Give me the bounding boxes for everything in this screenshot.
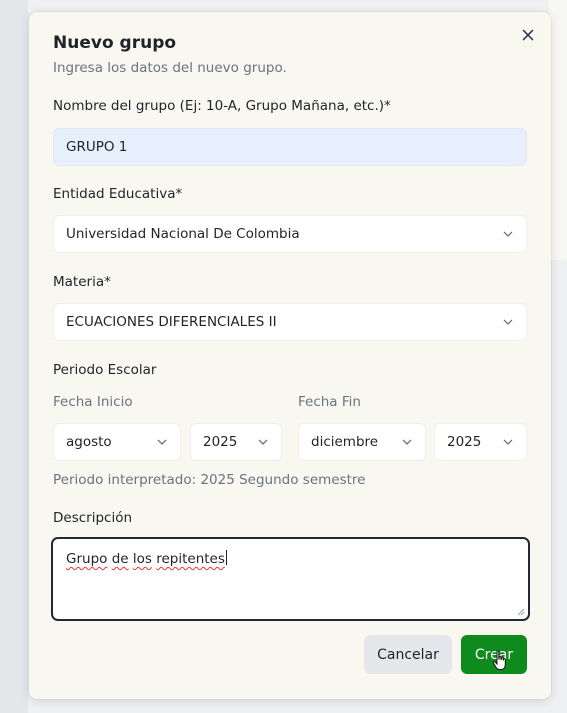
start-year-value: 2025 — [203, 434, 238, 450]
group-name-value: GRUPO 1 — [66, 139, 128, 155]
chevron-down-icon — [401, 436, 413, 448]
cancel-button[interactable]: Cancelar — [364, 635, 452, 674]
period-label: Periodo Escolar — [53, 362, 157, 378]
end-date-label: Fecha Fin — [298, 394, 361, 410]
subject-label: Materia* — [53, 274, 111, 290]
description-textarea[interactable]: Grupo de los repitentes — [51, 537, 530, 621]
start-year-select[interactable]: 2025 — [190, 423, 282, 461]
group-name-input[interactable]: GRUPO 1 — [53, 128, 527, 166]
chevron-down-icon — [257, 436, 269, 448]
end-year-select[interactable]: 2025 — [434, 423, 527, 461]
new-group-dialog: Nuevo grupo Ingresa los datos del nuevo … — [29, 12, 551, 699]
backdrop-right-panel — [549, 0, 567, 260]
description-word: Grupo — [66, 551, 108, 567]
entity-select[interactable]: Universidad Nacional De Colombia — [53, 215, 527, 253]
description-word: los — [132, 551, 152, 567]
text-caret — [225, 550, 227, 565]
start-month-select[interactable]: agosto — [53, 423, 181, 461]
description-label: Descripción — [53, 510, 133, 526]
description-word: de — [111, 551, 129, 567]
chevron-down-icon — [502, 316, 514, 328]
close-icon — [522, 29, 534, 41]
chevron-down-icon — [502, 436, 514, 448]
resize-handle-icon[interactable] — [516, 607, 525, 616]
end-month-select[interactable]: diciembre — [298, 423, 426, 461]
period-hint: Periodo interpretado: 2025 Segundo semes… — [53, 472, 366, 488]
group-name-label: Nombre del grupo (Ej: 10-A, Grupo Mañana… — [53, 98, 391, 114]
chevron-down-icon — [502, 228, 514, 240]
dialog-title: Nuevo grupo — [53, 33, 177, 53]
close-button[interactable] — [517, 24, 539, 46]
start-date-label: Fecha Inicio — [53, 394, 133, 410]
chevron-down-icon — [156, 436, 168, 448]
dialog-subtitle: Ingresa los datos del nuevo grupo. — [53, 60, 287, 76]
end-month-value: diciembre — [311, 434, 379, 450]
subject-select[interactable]: ECUACIONES DIFERENCIALES II — [53, 303, 527, 341]
description-word: repitentes — [156, 551, 225, 567]
start-month-value: agosto — [66, 434, 112, 450]
subject-value: ECUACIONES DIFERENCIALES II — [66, 314, 277, 330]
backdrop-left-panel — [0, 0, 28, 713]
entity-label: Entidad Educativa* — [53, 186, 183, 202]
end-year-value: 2025 — [447, 434, 482, 450]
entity-value: Universidad Nacional De Colombia — [66, 226, 300, 242]
hand-pointer-icon — [492, 650, 506, 670]
